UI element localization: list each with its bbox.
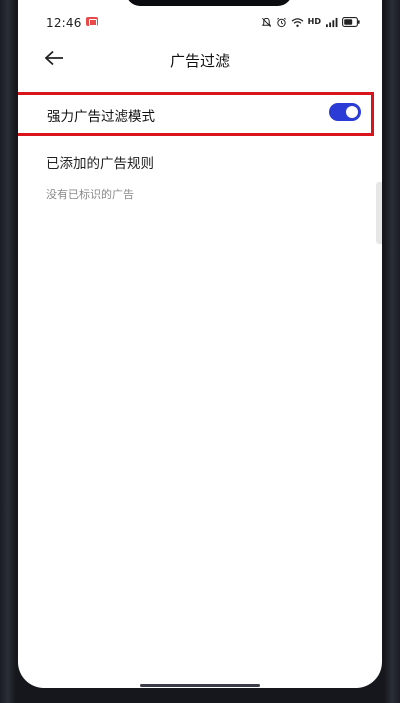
empty-rules-text: 没有已标识的广告 — [46, 188, 134, 201]
status-time: 12:46 — [46, 16, 82, 30]
page-title: 广告过滤 — [169, 52, 230, 70]
strong-ad-filter-toggle[interactable] — [329, 103, 361, 121]
network-label: HD — [307, 17, 321, 26]
phone-screen: 12:46 HD 广告过滤 强力广告过滤模式 已添加的广告规则 没有已标识的广告 — [18, 0, 382, 688]
wifi-icon — [291, 17, 304, 28]
scrollbar[interactable] — [376, 182, 382, 244]
phone-frame: 12:46 HD 广告过滤 强力广告过滤模式 已添加的广告规则 没有已标识的广告 — [0, 0, 400, 703]
home-indicator — [140, 684, 260, 687]
battery-icon — [342, 17, 360, 27]
status-bar: 12:46 HD — [18, 0, 382, 40]
added-rules-title: 已添加的广告规则 — [46, 156, 154, 172]
mute-icon — [261, 17, 272, 28]
status-icons: HD — [261, 14, 360, 30]
strong-ad-filter-row[interactable]: 强力广告过滤模式 — [18, 92, 374, 136]
screen-record-icon — [86, 17, 98, 26]
signal-icon — [325, 17, 338, 28]
header: 广告过滤 — [18, 42, 382, 78]
alarm-icon — [276, 17, 287, 28]
toggle-knob — [346, 106, 358, 118]
strong-ad-filter-label: 强力广告过滤模式 — [47, 109, 155, 125]
